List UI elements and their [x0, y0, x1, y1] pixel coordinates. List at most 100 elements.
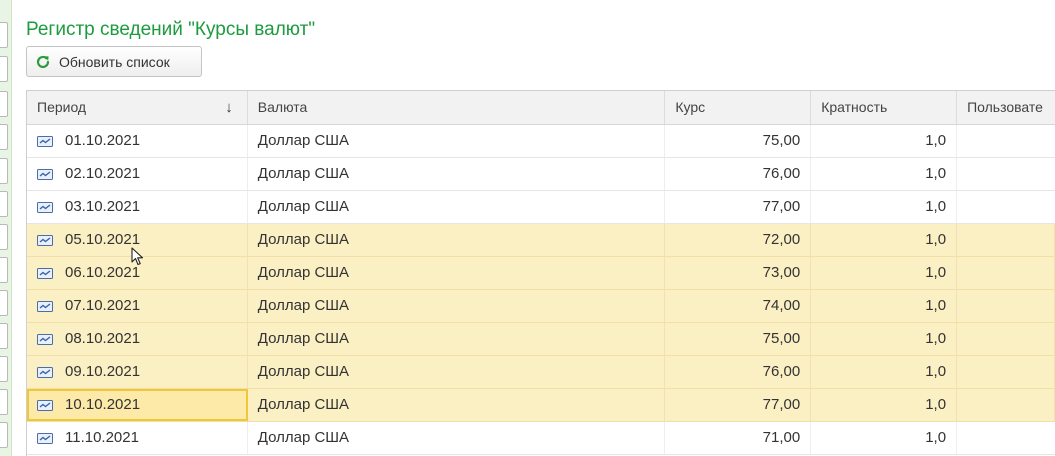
period-value: 01.10.2021: [65, 132, 141, 149]
rate-cell[interactable]: 74,00: [665, 290, 812, 322]
rate-cell[interactable]: 77,00: [665, 389, 812, 421]
currency-cell[interactable]: Доллар США: [248, 125, 666, 157]
side-panel-tab[interactable]: [0, 158, 8, 184]
column-header-period[interactable]: Период ↓: [27, 91, 248, 124]
currency-cell[interactable]: Доллар США: [248, 356, 666, 388]
multiplicity-cell[interactable]: 1,0: [811, 191, 958, 223]
table-header: Период ↓ Валюта Курс Кратность Пользоват…: [27, 91, 1055, 125]
table-row[interactable]: 10.10.2021 Доллар США 77,00 1,0: [27, 389, 1055, 422]
user-cell[interactable]: [957, 356, 1055, 388]
multiplicity-cell[interactable]: 1,0: [811, 257, 958, 289]
side-panel-tab[interactable]: [0, 22, 8, 48]
currency-cell[interactable]: Доллар США: [248, 158, 666, 190]
currency-cell[interactable]: Доллар США: [248, 191, 666, 223]
side-panel-tab[interactable]: [0, 422, 8, 448]
rate-cell[interactable]: 72,00: [665, 224, 812, 256]
record-icon: [37, 234, 53, 246]
currency-cell[interactable]: Доллар США: [248, 224, 666, 256]
side-panel-tab[interactable]: [0, 91, 8, 117]
user-cell[interactable]: [957, 290, 1055, 322]
user-cell[interactable]: [957, 125, 1055, 157]
column-header-label: Курс: [675, 99, 706, 115]
record-icon: [37, 201, 53, 213]
period-cell[interactable]: 01.10.2021: [27, 125, 248, 157]
rate-cell[interactable]: 73,00: [665, 257, 812, 289]
side-panel-tab[interactable]: [0, 323, 8, 349]
currency-cell[interactable]: Доллар США: [248, 422, 666, 454]
table-row[interactable]: 06.10.2021 Доллар США 73,00 1,0: [27, 257, 1055, 290]
side-panel-tab[interactable]: [0, 191, 8, 217]
currency-rates-table[interactable]: Период ↓ Валюта Курс Кратность Пользоват…: [26, 90, 1055, 456]
rate-cell[interactable]: 75,00: [665, 125, 812, 157]
column-header-currency[interactable]: Валюта: [248, 91, 666, 124]
currency-cell[interactable]: Доллар США: [248, 323, 666, 355]
period-cell[interactable]: 07.10.2021: [27, 290, 248, 322]
record-icon: [37, 366, 53, 378]
period-cell[interactable]: 05.10.2021: [27, 224, 248, 256]
user-cell[interactable]: [957, 191, 1055, 223]
side-panel-tab[interactable]: [0, 56, 8, 82]
side-panel-tab[interactable]: [0, 290, 8, 316]
period-value: 11.10.2021: [65, 429, 139, 446]
user-cell[interactable]: [957, 389, 1055, 421]
currency-cell[interactable]: Доллар США: [248, 257, 666, 289]
record-icon: [37, 168, 53, 180]
table-row[interactable]: 05.10.2021 Доллар США 72,00 1,0: [27, 224, 1055, 257]
column-header-label: Валюта: [257, 99, 308, 115]
side-panel-tab[interactable]: [0, 389, 8, 415]
table-row[interactable]: 01.10.2021 Доллар США 75,00 1,0: [27, 125, 1055, 158]
column-header-multiplicity[interactable]: Кратность: [811, 91, 958, 124]
currency-cell[interactable]: Доллар США: [248, 389, 666, 421]
period-cell[interactable]: 09.10.2021: [27, 356, 248, 388]
rate-cell[interactable]: 71,00: [665, 422, 812, 454]
period-cell[interactable]: 10.10.2021: [27, 389, 248, 421]
table-row[interactable]: 09.10.2021 Доллар США 76,00 1,0: [27, 356, 1055, 389]
table-row[interactable]: 02.10.2021 Доллар США 76,00 1,0: [27, 158, 1055, 191]
period-cell[interactable]: 02.10.2021: [27, 158, 248, 190]
multiplicity-cell[interactable]: 1,0: [811, 323, 958, 355]
period-value: 09.10.2021: [65, 363, 141, 380]
column-header-rate[interactable]: Курс: [665, 91, 812, 124]
table-row[interactable]: 08.10.2021 Доллар США 75,00 1,0: [27, 323, 1055, 356]
rate-cell[interactable]: 76,00: [665, 356, 812, 388]
period-value: 10.10.2021: [65, 396, 141, 413]
period-cell[interactable]: 06.10.2021: [27, 257, 248, 289]
column-header-label: Пользовате: [967, 99, 1043, 115]
period-value: 02.10.2021: [65, 165, 141, 182]
table-row[interactable]: 07.10.2021 Доллар США 74,00 1,0: [27, 290, 1055, 323]
period-cell[interactable]: 03.10.2021: [27, 191, 248, 223]
rate-cell[interactable]: 77,00: [665, 191, 812, 223]
user-cell[interactable]: [957, 323, 1055, 355]
side-panel-tab[interactable]: [0, 124, 8, 150]
side-panel-tab[interactable]: [0, 257, 8, 283]
multiplicity-cell[interactable]: 1,0: [811, 158, 958, 190]
user-cell[interactable]: [957, 224, 1055, 256]
multiplicity-cell[interactable]: 1,0: [811, 290, 958, 322]
user-cell[interactable]: [957, 158, 1055, 190]
multiplicity-cell[interactable]: 1,0: [811, 422, 958, 454]
record-icon: [37, 267, 53, 279]
multiplicity-cell[interactable]: 1,0: [811, 389, 958, 421]
period-cell[interactable]: 11.10.2021: [27, 422, 248, 454]
multiplicity-cell[interactable]: 1,0: [811, 224, 958, 256]
user-cell[interactable]: [957, 257, 1055, 289]
record-icon: [37, 432, 53, 444]
period-value: 07.10.2021: [65, 297, 141, 314]
refresh-list-button[interactable]: Обновить список: [26, 46, 202, 77]
refresh-list-label: Обновить список: [59, 53, 170, 70]
rate-cell[interactable]: 75,00: [665, 323, 812, 355]
column-header-label: Кратность: [821, 99, 888, 115]
rate-cell[interactable]: 76,00: [665, 158, 812, 190]
table-body: 01.10.2021 Доллар США 75,00 1,0 02.10.2021 До…: [27, 125, 1055, 455]
period-cell[interactable]: 08.10.2021: [27, 323, 248, 355]
user-cell[interactable]: [957, 422, 1055, 454]
side-panel-tab[interactable]: [0, 356, 8, 382]
multiplicity-cell[interactable]: 1,0: [811, 125, 958, 157]
table-row[interactable]: 03.10.2021 Доллар США 77,00 1,0: [27, 191, 1055, 224]
multiplicity-cell[interactable]: 1,0: [811, 356, 958, 388]
side-panel-tab[interactable]: [0, 224, 8, 250]
column-header-user[interactable]: Пользовате: [957, 91, 1055, 124]
period-value: 05.10.2021: [65, 231, 141, 248]
table-row[interactable]: 11.10.2021 Доллар США 71,00 1,0: [27, 422, 1055, 455]
currency-cell[interactable]: Доллар США: [248, 290, 666, 322]
